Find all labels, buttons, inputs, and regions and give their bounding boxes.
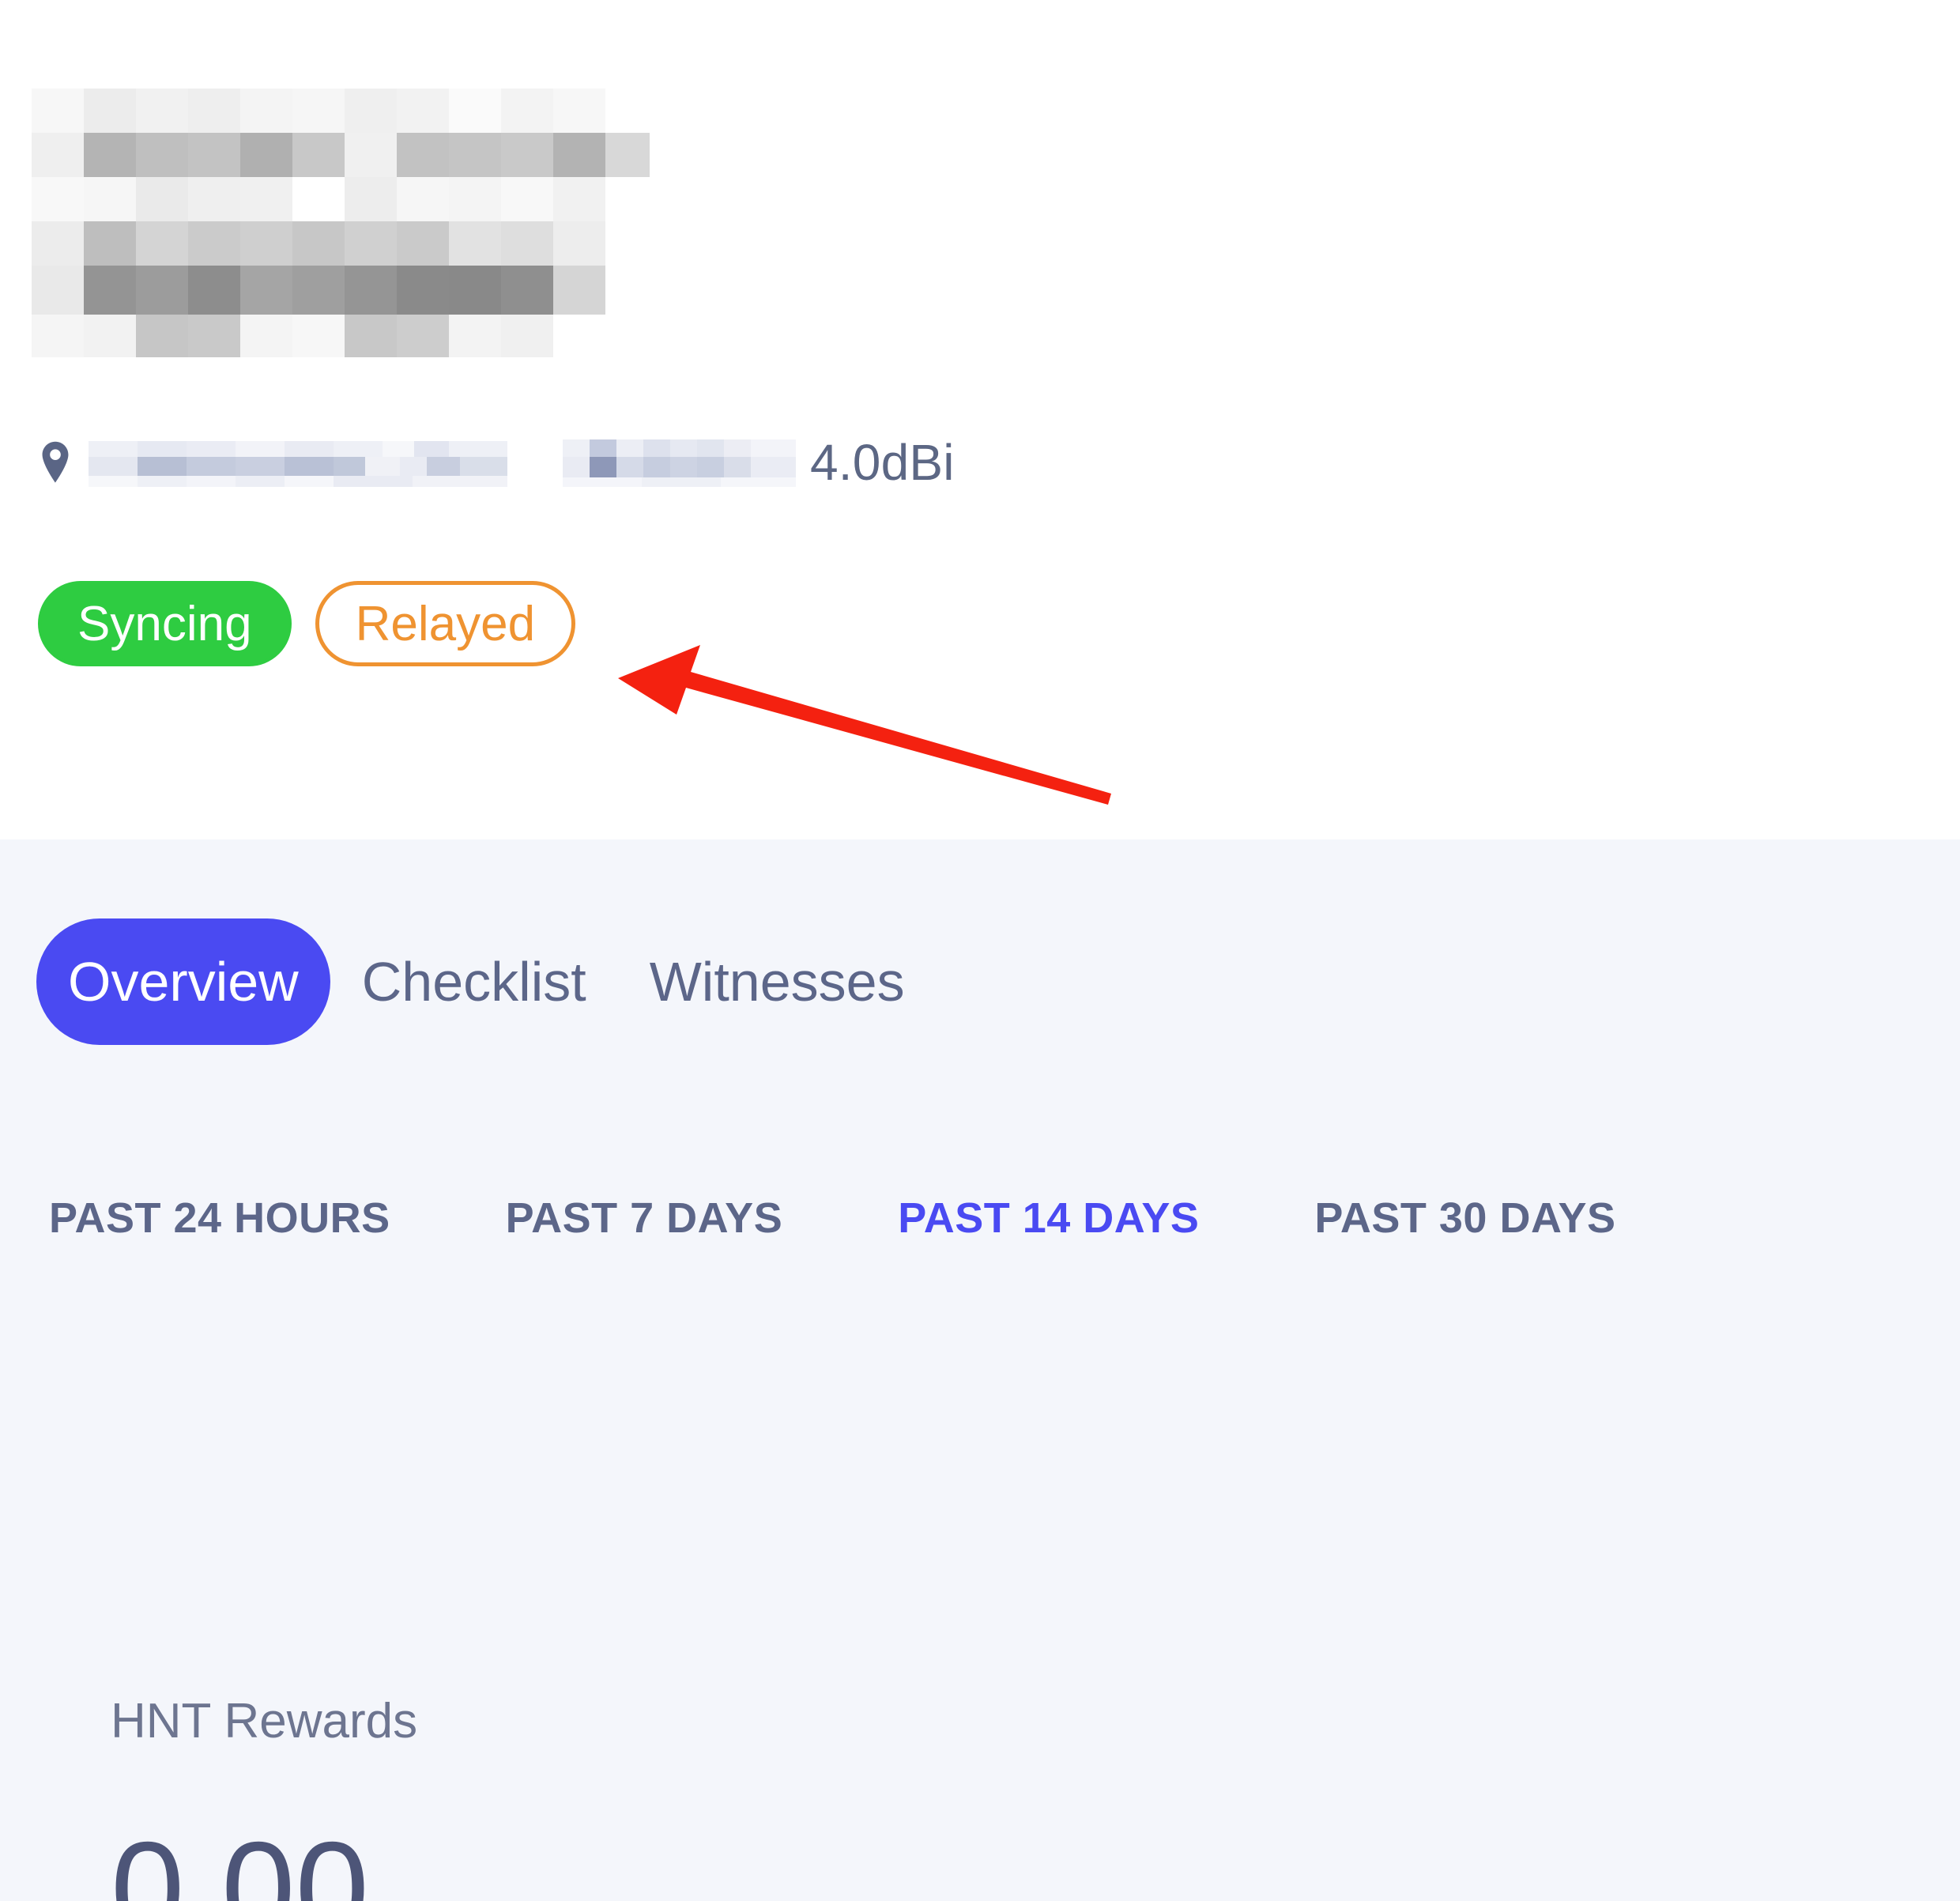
location-pin-icon: [38, 440, 73, 485]
status-badge-relayed[interactable]: Relayed: [315, 581, 576, 666]
hnt-rewards-value: 0.00: [111, 1814, 369, 1901]
location-name-redacted: [89, 436, 507, 488]
status-badge-group: Syncing Relayed: [38, 581, 576, 666]
tab-bar: Overview Checklist Witnesses: [36, 918, 937, 1045]
hnt-rewards-card: HNT Rewards 0.00: [111, 1697, 417, 1901]
hnt-rewards-label: HNT Rewards: [111, 1694, 418, 1748]
annotation-arrow-icon: [609, 632, 1114, 814]
location-row: 4.0dBi: [38, 435, 955, 490]
antenna-gain-value: 4.0dBi: [810, 434, 955, 491]
time-range-past-30-days[interactable]: PAST 30 DAYS: [1314, 1194, 1615, 1243]
status-badge-syncing[interactable]: Syncing: [38, 581, 292, 666]
time-range-past-7-days[interactable]: PAST 7 DAYS: [506, 1194, 783, 1243]
antenna-model-redacted: [563, 436, 796, 488]
tab-witnesses[interactable]: Witnesses: [618, 918, 937, 1045]
hotspot-header: 4.0dBi Syncing Relayed: [0, 0, 1960, 839]
overview-panel: Overview Checklist Witnesses PAST 24 HOU…: [0, 839, 1960, 1901]
hotspot-name-redacted: [32, 89, 719, 357]
tab-overview[interactable]: Overview: [36, 918, 330, 1045]
time-range-selector: PAST 24 HOURS PAST 7 DAYS PAST 14 DAYS P…: [49, 1194, 1914, 1243]
hotspot-detail-screen: 4.0dBi Syncing Relayed Overview Checklis…: [0, 0, 1960, 1901]
time-range-past-14-days[interactable]: PAST 14 DAYS: [898, 1194, 1199, 1243]
time-range-past-24-hours[interactable]: PAST 24 HOURS: [49, 1194, 390, 1243]
tab-checklist[interactable]: Checklist: [330, 918, 618, 1045]
